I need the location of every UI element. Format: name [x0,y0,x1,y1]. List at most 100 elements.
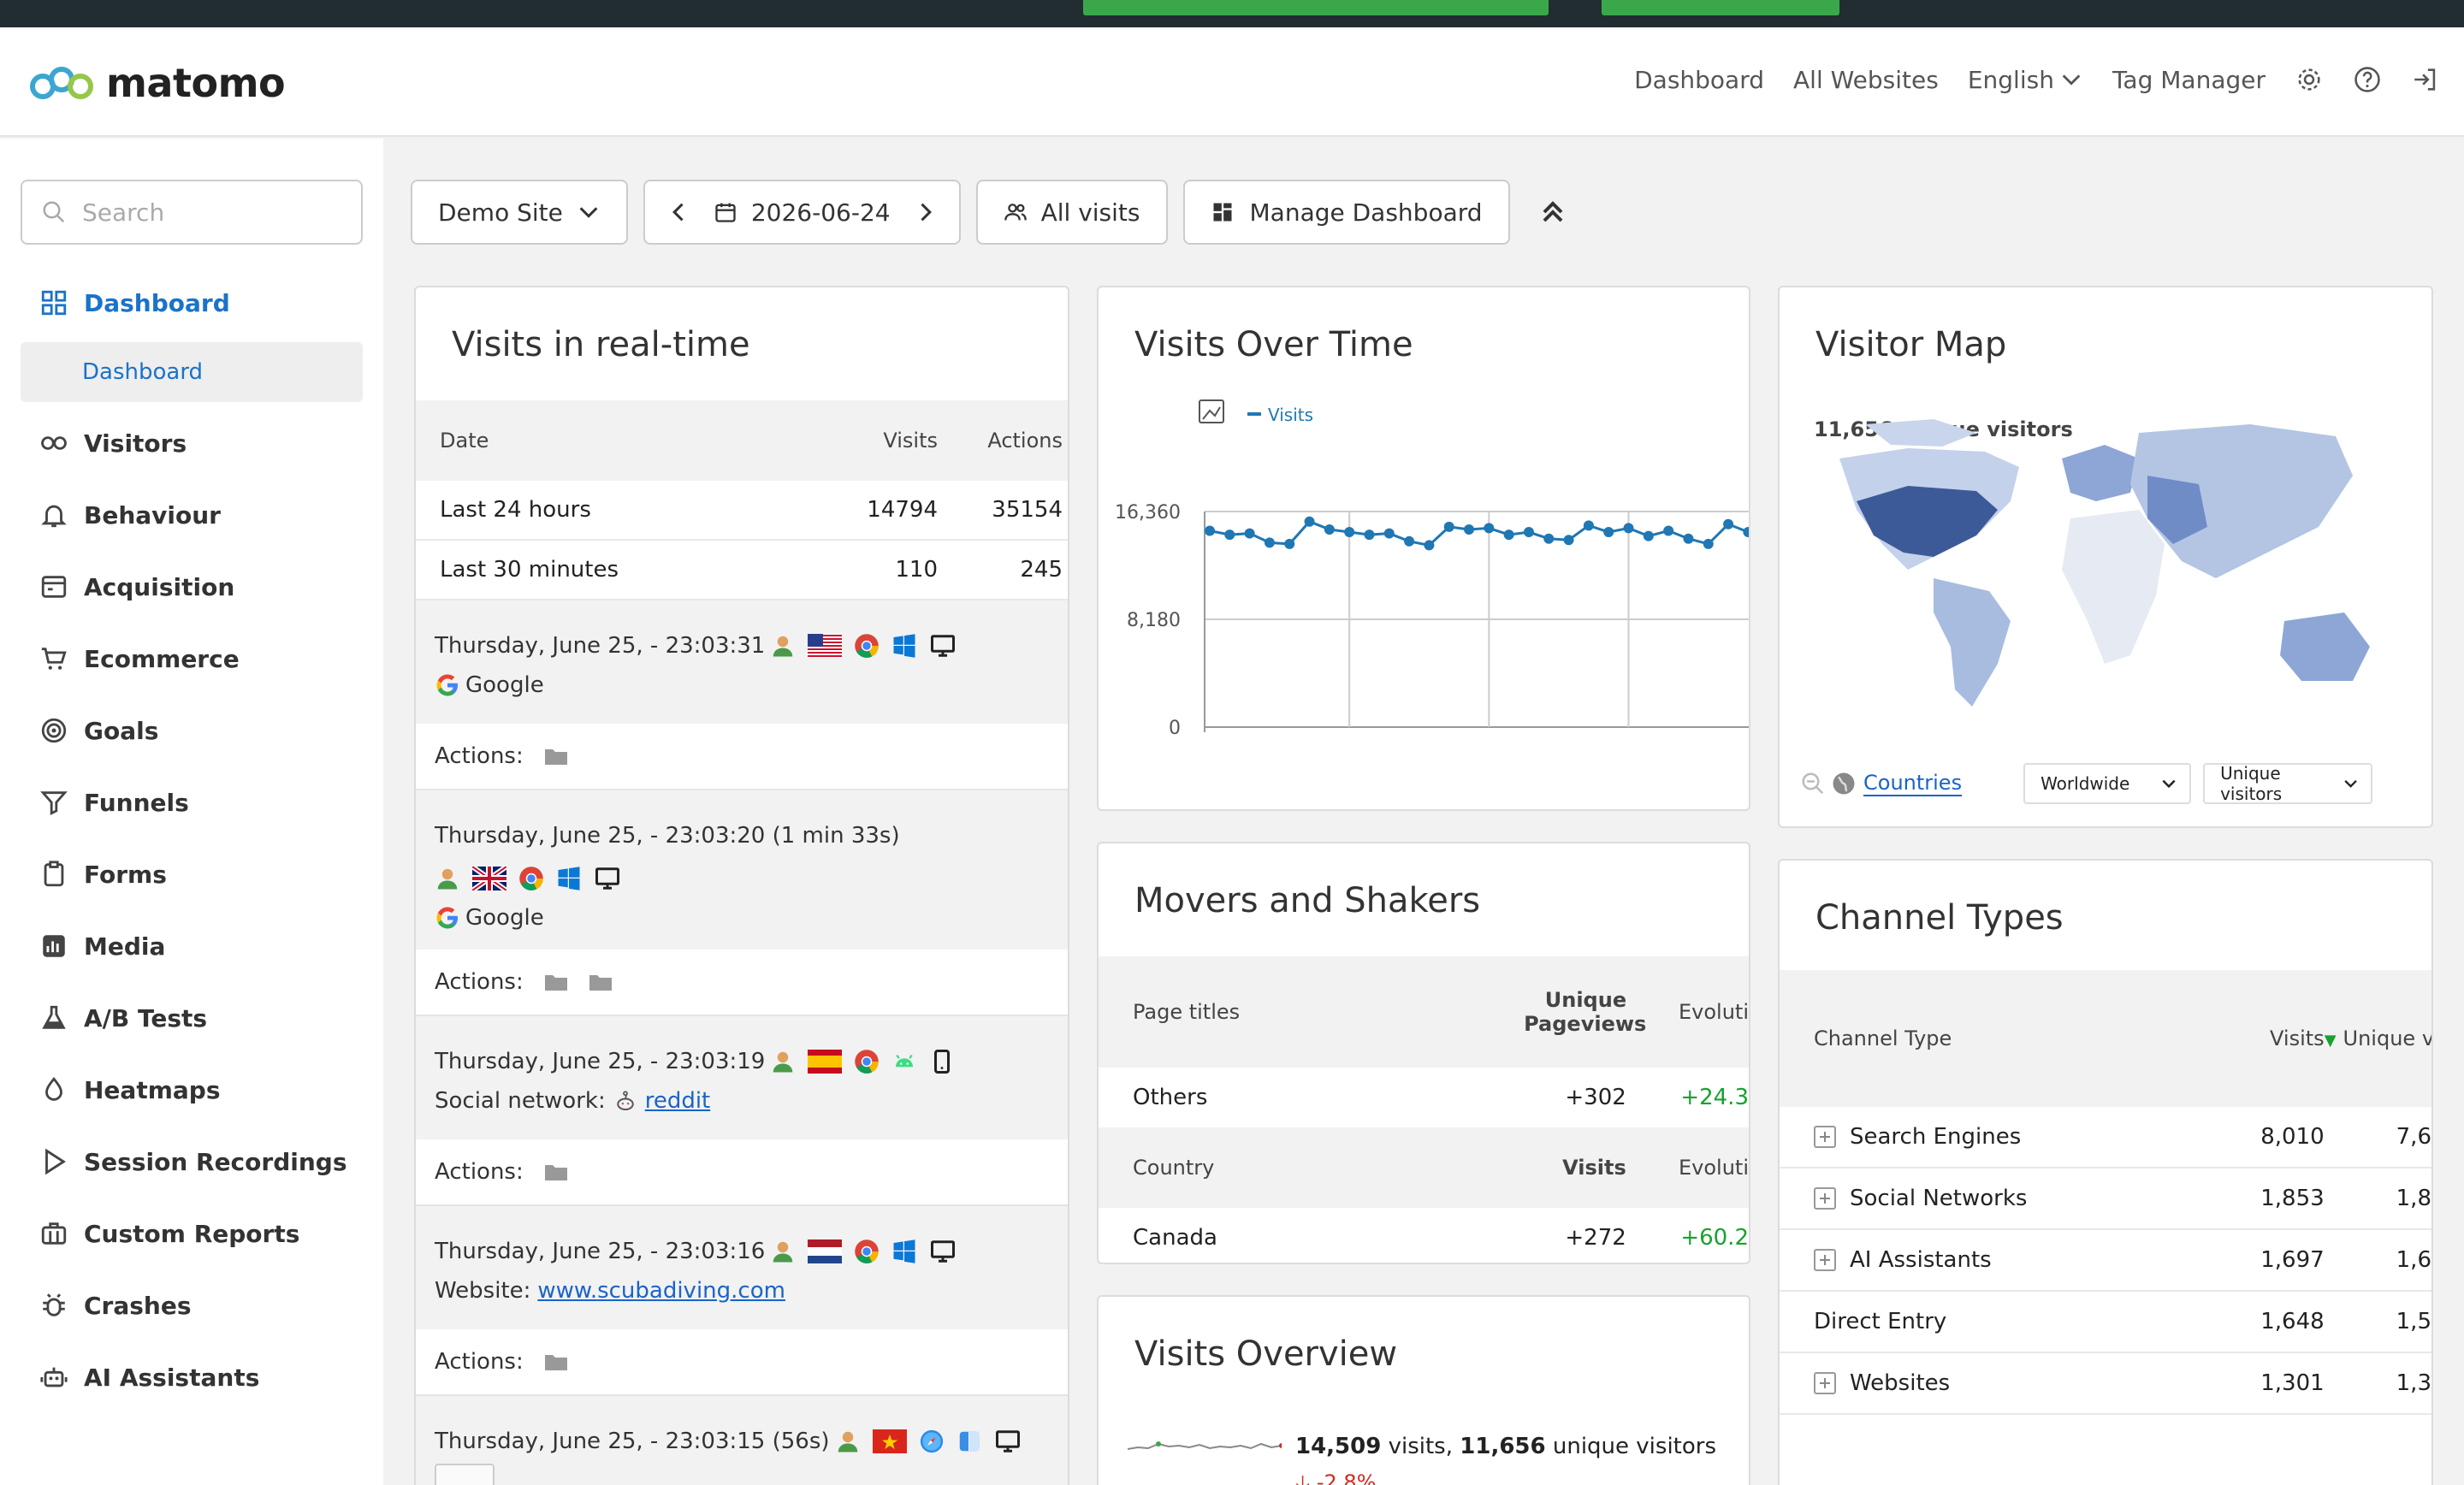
expand-icon[interactable] [1814,1372,1836,1394]
visits-sparkline[interactable] [1128,1434,1282,1459]
folder-icon[interactable] [544,1163,568,1181]
visit-entry[interactable]: Thursday, June 25, - 23:03:31 Google Act… [416,601,1068,790]
map-usa[interactable] [1857,486,1998,557]
visitor-profile-icon[interactable] [835,1429,861,1454]
visitor-profile-icon[interactable] [770,1239,796,1264]
row-label: Websites [1850,1370,1951,1396]
col-date[interactable]: Date [416,429,809,453]
chevron-right-icon[interactable] [913,200,937,224]
table-header: Page titles Unique Pageviews Evoluti [1099,956,1749,1068]
gear-icon[interactable] [2295,65,2324,94]
map-south-america[interactable] [1934,578,2011,707]
map-level-link[interactable]: Countries [1863,771,1963,796]
menu-acquisition[interactable]: Acquisition [0,551,383,623]
col-channel-type[interactable]: Channel Type [1780,1026,2180,1050]
site-selector[interactable]: Demo Site [411,180,628,245]
map-africa[interactable] [2062,510,2165,664]
visitor-profile-icon[interactable] [770,1049,796,1074]
data-point [1464,524,1475,535]
chevron-left-icon[interactable] [667,200,691,224]
table-row[interactable]: Canada +272 +60.2 [1099,1208,1749,1263]
col-actions[interactable]: Actions [938,429,1066,453]
row-label: Last 24 hours [440,497,591,523]
expand-icon[interactable] [1814,1187,1836,1210]
col-visits[interactable]: Visits [809,429,938,453]
menu-media[interactable]: Media [0,910,383,982]
menu-label: Acquisition [84,572,235,601]
menu-ai-assistants[interactable]: AI Assistants [0,1341,383,1413]
visit-entry[interactable]: Thursday, June 25, - 23:03:20 (1 min 33s… [416,790,1068,1016]
col-visits[interactable]: Visits [2180,1026,2325,1050]
submenu-dashboard[interactable]: Dashboard [21,342,363,402]
experiment-badge[interactable] [435,1464,495,1485]
visit-source-link[interactable]: www.scubadiving.com [537,1278,785,1304]
zoom-out-icon[interactable] [1800,771,1826,796]
promo-banner-2[interactable] [1602,0,1839,15]
manage-dashboard-button[interactable]: Manage Dashboard [1182,180,1510,245]
map-europe[interactable] [2062,445,2139,501]
segment-selector[interactable]: All visits [975,180,1168,245]
visit-source-label: Social network: [435,1088,606,1114]
row-value: +272 [1565,1225,1626,1251]
promo-banner[interactable] [1083,0,1549,15]
visit-entry[interactable]: Thursday, June 25, - 23:03:15 (56s) [416,1396,1068,1485]
nav-tag-manager[interactable]: Tag Manager [2112,66,2266,94]
menu-visitors[interactable]: Visitors [0,407,383,479]
widget-title: Visits Over Time [1134,325,1413,364]
folder-icon[interactable] [544,747,568,766]
menu-funnels[interactable]: Funnels [0,766,383,838]
row-unique: 1,8 [2396,1186,2431,1211]
calendar-icon [715,203,736,222]
col-unique-visitors[interactable]: ▼ Unique visit [2325,1026,2431,1050]
nav-dashboard[interactable]: Dashboard [1634,66,1764,94]
widget-visits-overview: Visits Overview 14,509 visits, 11,656 un… [1097,1295,1750,1485]
widget-title: Channel Types [1815,898,2064,938]
table-row[interactable]: AI Assistants 1,697 1,6 [1780,1230,2431,1292]
menu-ecommerce[interactable]: Ecommerce [0,623,383,695]
data-point [1623,523,1634,534]
expand-icon[interactable] [1814,1126,1836,1148]
menu-ab-tests[interactable]: A/B Tests [0,982,383,1054]
metric-select[interactable]: Unique visitors [2203,763,2373,804]
language-selector[interactable]: English [1968,66,2083,94]
menu-heatmaps[interactable]: Heatmaps [0,1054,383,1126]
menu-goals[interactable]: Goals [0,695,383,766]
menu-forms[interactable]: Forms [0,838,383,910]
search-box[interactable] [21,180,363,245]
visitor-profile-icon[interactable] [435,866,460,891]
visit-source-link[interactable]: reddit [645,1088,711,1114]
search-input[interactable] [82,198,356,227]
folder-icon[interactable] [544,973,568,991]
visit-entry[interactable]: Thursday, June 25, - 23:03:16 Website: w… [416,1206,1068,1396]
help-icon[interactable] [2353,65,2382,94]
menu-label: Forms [84,860,167,889]
table-row[interactable]: Search Engines 8,010 7,6 [1780,1107,2431,1168]
folder-icon[interactable] [544,1352,568,1371]
expand-icon[interactable] [1814,1249,1836,1271]
menu-behaviour[interactable]: Behaviour [0,479,383,551]
table-row[interactable]: Social Networks 1,853 1,8 [1780,1168,2431,1230]
table-row[interactable]: Websites 1,301 1,3 [1780,1353,2431,1415]
menu-custom-reports[interactable]: Custom Reports [0,1198,383,1269]
map-greenland-canada-north[interactable] [1865,419,1976,447]
world-map[interactable] [1805,407,2404,732]
collapse-icon[interactable] [1536,195,1570,229]
table-row[interactable]: Direct Entry 1,648 1,5 [1780,1292,2431,1353]
nav-all-websites[interactable]: All Websites [1793,66,1939,94]
visitor-profile-icon[interactable] [770,633,796,659]
region-select[interactable]: Worldwide [2023,763,2192,804]
menu-dashboard[interactable]: Dashboard [0,267,383,339]
widget-visitor-map: Visitor Map 11,656 unique visitors Count… [1778,286,2433,828]
clipboard-icon [44,861,64,887]
date-selector[interactable]: 2026-06-24 [643,180,961,245]
folder-icon[interactable] [589,973,613,991]
logout-icon[interactable] [2411,65,2440,94]
menu-label: Ecommerce [84,644,240,673]
map-australia[interactable] [2280,612,2370,681]
menu-crashes[interactable]: Crashes [0,1269,383,1341]
visits-line-chart[interactable]: 16,3608,1800Tue, May 26Tue, Jun 2Tue, Ju… [1099,399,1749,741]
table-row[interactable]: Others +302 +24.3 [1099,1068,1749,1127]
visit-entry[interactable]: Thursday, June 25, - 23:03:19 Social net… [416,1016,1068,1206]
menu-session-recordings[interactable]: Session Recordings [0,1126,383,1198]
logo[interactable]: matomo [29,60,286,106]
